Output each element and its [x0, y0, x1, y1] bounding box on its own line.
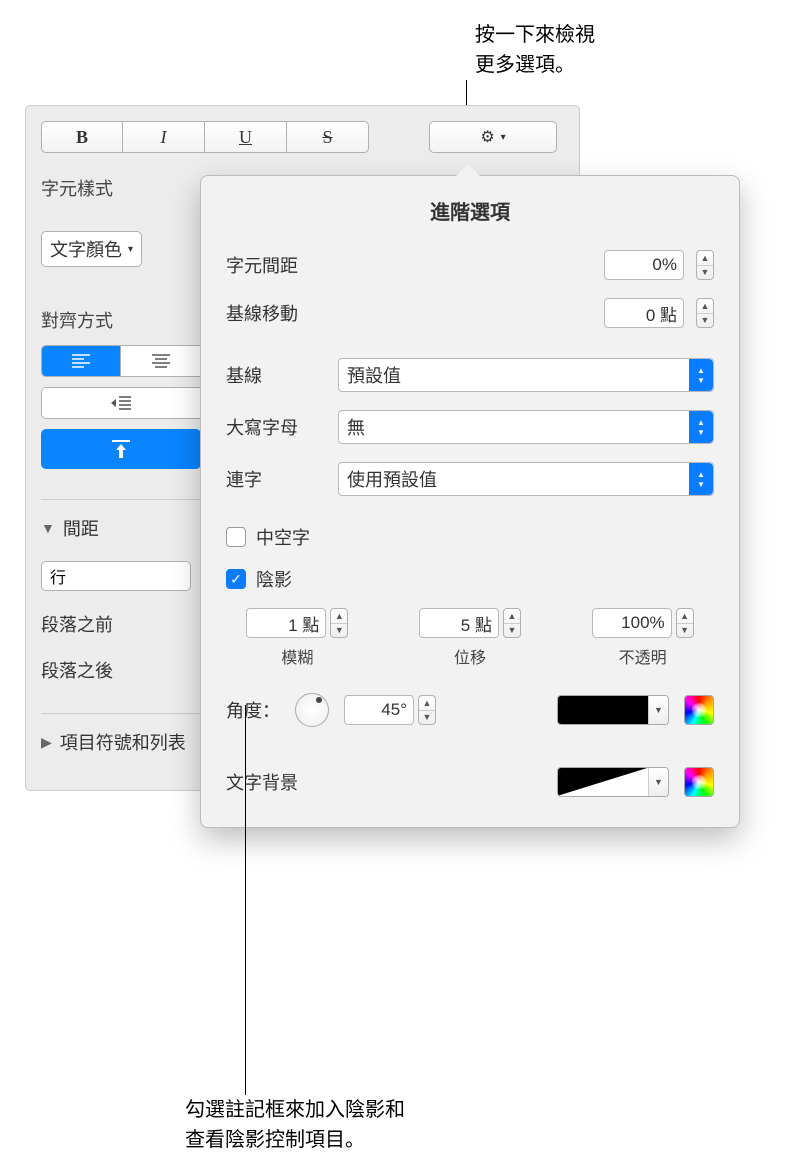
- format-buttons-row: B I U S ⚙ ▾: [41, 121, 564, 153]
- popover-title: 進階選項: [226, 196, 714, 225]
- capitalization-label: 大寫字母: [226, 414, 326, 440]
- gear-icon: ⚙: [480, 127, 494, 147]
- chevron-down-icon: ▼: [648, 696, 668, 724]
- shadow-opacity-stepper[interactable]: ▲▼: [676, 608, 694, 638]
- baseline-shift-stepper[interactable]: ▲▼: [696, 298, 714, 328]
- ligatures-label: 連字: [226, 466, 326, 492]
- shadow-blur-stepper[interactable]: ▲▼: [330, 608, 348, 638]
- capitalization-select-value: 無: [347, 414, 365, 440]
- shadow-checkbox[interactable]: ✓: [226, 569, 246, 589]
- shadow-label: 陰影: [256, 566, 292, 592]
- capitalization-select[interactable]: 無 ▲▼: [338, 410, 714, 444]
- baseline-shift-label: 基線移動: [226, 300, 298, 326]
- valign-top-icon: [110, 438, 132, 460]
- shadow-color-swatch: [558, 696, 648, 724]
- shadow-offset-value[interactable]: 5 點: [419, 608, 499, 638]
- text-color-label: 文字顏色: [50, 236, 122, 262]
- text-bg-color-well[interactable]: ▼: [557, 767, 669, 797]
- char-spacing-value[interactable]: 0%: [604, 250, 684, 280]
- outline-label: 中空字: [256, 524, 310, 550]
- text-bg-color-picker-button[interactable]: [684, 767, 714, 797]
- angle-label: 角度：: [226, 697, 280, 723]
- shadow-opacity-value[interactable]: 100%: [592, 608, 672, 638]
- strikethrough-button[interactable]: S: [287, 121, 369, 153]
- shadow-opacity-col: 100% ▲▼ 不透明: [592, 608, 694, 668]
- disclosure-triangle-down-icon: ▼: [41, 520, 55, 536]
- align-center-button[interactable]: [121, 345, 201, 377]
- align-center-icon: [152, 354, 170, 368]
- callout-bottom-line: [245, 705, 246, 1095]
- ligatures-row: 連字 使用預設值 ▲▼: [226, 462, 714, 496]
- align-left-icon: [72, 354, 90, 368]
- text-background-row: 文字背景 ▼: [226, 767, 714, 797]
- angle-value[interactable]: 45°: [344, 695, 414, 725]
- angle-row: 角度： 45° ▲▼ ▼: [226, 693, 714, 727]
- select-arrows-icon: ▲▼: [689, 463, 713, 495]
- italic-button[interactable]: I: [123, 121, 205, 153]
- shadow-color-well[interactable]: ▼: [557, 695, 669, 725]
- spacing-label: 間距: [63, 515, 99, 541]
- shadow-controls: 1 點 ▲▼ 模糊 5 點 ▲▼ 位移 100% ▲▼ 不透明: [226, 608, 714, 668]
- advanced-options-button[interactable]: ⚙ ▾: [429, 121, 557, 153]
- shadow-offset-stepper[interactable]: ▲▼: [503, 608, 521, 638]
- callout-top-text: 按一下來檢視 更多選項。: [475, 20, 595, 80]
- angle-stepper[interactable]: ▲▼: [418, 695, 436, 725]
- text-color-button[interactable]: 文字顏色 ▾: [41, 231, 142, 267]
- indent-decrease-icon: [111, 396, 131, 410]
- bullets-label: 項目符號和列表: [60, 729, 186, 755]
- angle-dial[interactable]: [295, 693, 329, 727]
- vertical-align-top-button[interactable]: [41, 429, 201, 469]
- advanced-options-popover: 進階選項 字元間距 0% ▲▼ 基線移動 0 點 ▲▼ 基線 預設值 ▲▼ 大寫…: [200, 175, 740, 828]
- underline-button[interactable]: U: [205, 121, 287, 153]
- shadow-blur-label: 模糊: [281, 644, 313, 668]
- char-spacing-row: 字元間距 0% ▲▼: [226, 250, 714, 280]
- ligatures-select-value: 使用預設值: [347, 466, 437, 492]
- baseline-shift-row: 基線移動 0 點 ▲▼: [226, 298, 714, 328]
- chevron-down-icon: ▾: [501, 132, 506, 143]
- char-spacing-label: 字元間距: [226, 252, 298, 278]
- capitalization-row: 大寫字母 無 ▲▼: [226, 410, 714, 444]
- shadow-blur-col: 1 點 ▲▼ 模糊: [246, 608, 348, 668]
- indent-decrease-button[interactable]: [41, 387, 201, 419]
- bold-button[interactable]: B: [41, 121, 123, 153]
- baseline-shift-value[interactable]: 0 點: [604, 298, 684, 328]
- shadow-checkbox-row: ✓ 陰影: [226, 566, 714, 592]
- baseline-label: 基線: [226, 362, 326, 388]
- select-arrows-icon: ▲▼: [689, 411, 713, 443]
- line-spacing-input[interactable]: [41, 561, 191, 591]
- text-bg-label: 文字背景: [226, 769, 298, 795]
- shadow-blur-value[interactable]: 1 點: [246, 608, 326, 638]
- shadow-offset-col: 5 點 ▲▼ 位移: [419, 608, 521, 668]
- disclosure-triangle-right-icon: ▶: [41, 734, 52, 751]
- select-arrows-icon: ▲▼: [689, 359, 713, 391]
- chevron-down-icon: ▼: [648, 768, 668, 796]
- char-spacing-stepper[interactable]: ▲▼: [696, 250, 714, 280]
- text-bg-swatch: [558, 768, 648, 796]
- chevron-down-icon: ▾: [128, 244, 133, 255]
- baseline-row: 基線 預設值 ▲▼: [226, 358, 714, 392]
- baseline-select-value: 預設值: [347, 362, 401, 388]
- outline-checkbox-row: 中空字: [226, 524, 714, 550]
- shadow-color-picker-button[interactable]: [684, 695, 714, 725]
- shadow-opacity-label: 不透明: [619, 644, 667, 668]
- shadow-offset-label: 位移: [454, 644, 486, 668]
- callout-bottom-text: 勾選註記框來加入陰影和 查看陰影控制項目。: [185, 1095, 405, 1155]
- ligatures-select[interactable]: 使用預設值 ▲▼: [338, 462, 714, 496]
- outline-checkbox[interactable]: [226, 527, 246, 547]
- align-left-button[interactable]: [41, 345, 121, 377]
- baseline-select[interactable]: 預設值 ▲▼: [338, 358, 714, 392]
